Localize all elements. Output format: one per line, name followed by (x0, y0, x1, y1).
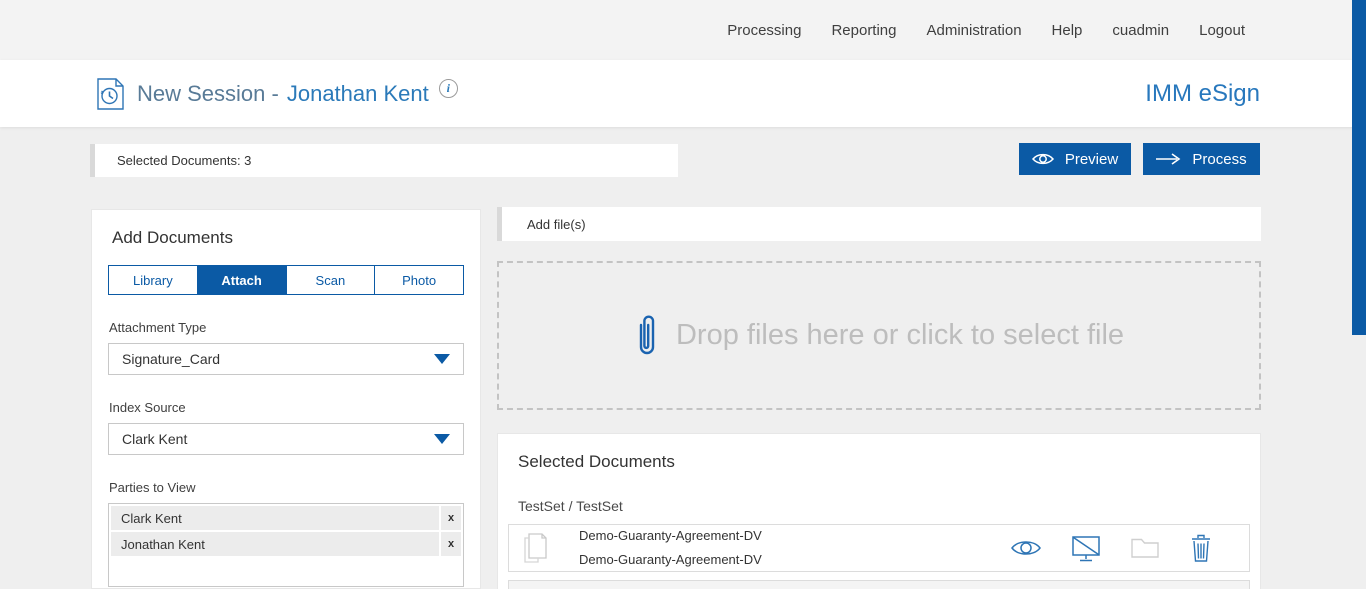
chevron-down-icon (434, 354, 450, 364)
dropzone-text: Drop files here or click to select file (676, 319, 1124, 352)
nav-reporting[interactable]: Reporting (831, 22, 896, 39)
paperclip-icon (634, 312, 660, 360)
nav-processing[interactable]: Processing (727, 22, 801, 39)
document-name-line2: Demo-Guaranty-Agreement-DV (579, 548, 762, 572)
eye-icon (1032, 152, 1054, 166)
attachment-type-label: Attachment Type (109, 320, 464, 335)
file-dropzone[interactable]: Drop files here or click to select file (497, 261, 1261, 410)
selected-documents-summary: Selected Documents: 3 (90, 144, 678, 177)
process-button[interactable]: Process (1143, 143, 1260, 175)
add-files-bar: Add file(s) (497, 207, 1261, 241)
index-source-label: Index Source (109, 400, 464, 415)
process-button-label: Process (1192, 151, 1246, 168)
right-edge-accent-bar (1352, 0, 1366, 335)
brand-logo: IMM eSign (1145, 80, 1260, 108)
add-documents-panel: Add Documents Library Attach Scan Photo … (91, 209, 481, 589)
preview-button[interactable]: Preview (1019, 143, 1131, 175)
party-item: Clark Kent x (111, 506, 461, 530)
top-nav: Processing Reporting Administration Help… (0, 0, 1366, 60)
tab-photo[interactable]: Photo (374, 266, 463, 294)
parties-to-view-list: Clark Kent x Jonathan Kent x (108, 503, 464, 587)
nav-help[interactable]: Help (1052, 22, 1083, 39)
nav-logout[interactable]: Logout (1199, 22, 1245, 39)
chevron-down-icon (434, 434, 450, 444)
remove-party-icon[interactable]: x (439, 506, 461, 530)
document-set-breadcrumb: TestSet / TestSet (518, 498, 1260, 514)
document-pages-icon (521, 532, 547, 564)
document-row: Demo-Guaranty-Agreement-DV Demo-Guaranty… (508, 524, 1250, 572)
session-history-document-icon (97, 78, 124, 110)
document-name-line1: Demo-Guaranty-Agreement-DV (579, 524, 762, 548)
sign-on-display-icon[interactable] (1071, 535, 1101, 562)
selected-documents-count: Selected Documents: 3 (117, 153, 251, 168)
session-name: Jonathan Kent (287, 81, 429, 107)
arrow-right-icon (1156, 153, 1181, 165)
add-documents-tabs: Library Attach Scan Photo (108, 265, 464, 295)
preview-button-label: Preview (1065, 151, 1118, 168)
attachment-type-select[interactable]: Signature_Card (108, 343, 464, 375)
page-header: New Session - Jonathan Kent i IMM eSign (0, 60, 1366, 127)
document-row-partial (508, 580, 1250, 589)
nav-user-cuadmin[interactable]: cuadmin (1112, 22, 1169, 39)
parties-to-view-label: Parties to View (109, 480, 464, 495)
folder-icon[interactable] (1130, 537, 1160, 559)
info-icon[interactable]: i (439, 79, 458, 98)
nav-administration[interactable]: Administration (927, 22, 1022, 39)
view-document-eye-icon[interactable] (1010, 538, 1042, 558)
tab-attach[interactable]: Attach (197, 266, 286, 294)
add-files-label: Add file(s) (527, 217, 586, 232)
selected-documents-title: Selected Documents (518, 452, 1260, 472)
add-documents-title: Add Documents (112, 228, 480, 248)
party-name: Jonathan Kent (111, 532, 439, 556)
index-source-select[interactable]: Clark Kent (108, 423, 464, 455)
tab-library[interactable]: Library (109, 266, 197, 294)
delete-trash-icon[interactable] (1189, 534, 1213, 563)
selected-documents-panel: Selected Documents TestSet / TestSet Dem… (497, 433, 1261, 589)
remove-party-icon[interactable]: x (439, 532, 461, 556)
party-name: Clark Kent (111, 506, 439, 530)
attachment-type-value: Signature_Card (122, 351, 220, 367)
tab-scan[interactable]: Scan (286, 266, 375, 294)
index-source-value: Clark Kent (122, 431, 187, 447)
party-item: Jonathan Kent x (111, 532, 461, 556)
page-title: New Session - (137, 81, 279, 107)
